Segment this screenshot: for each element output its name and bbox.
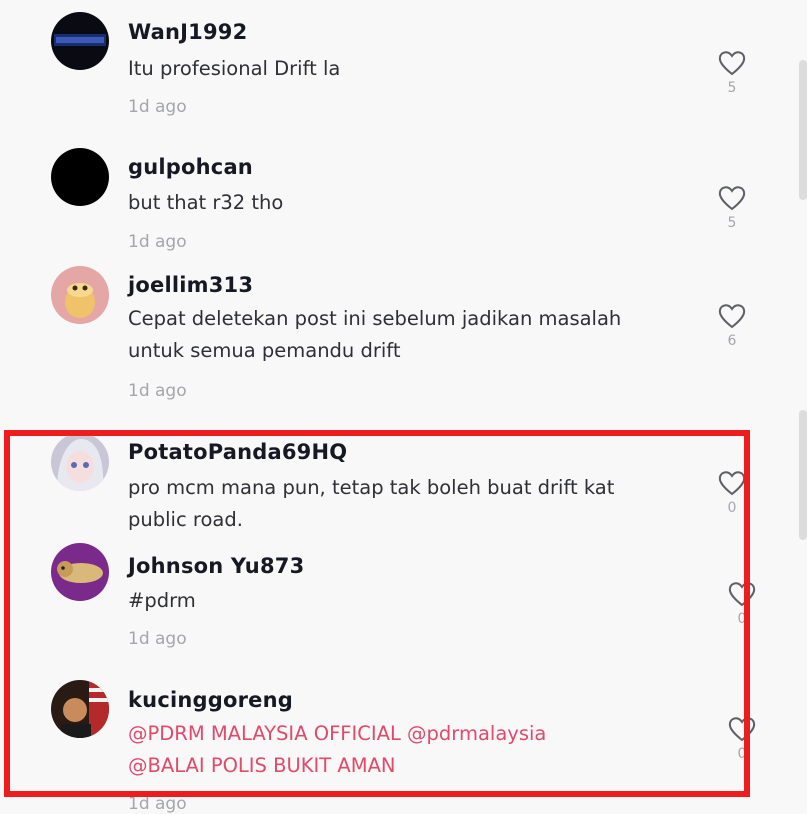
- comment-text: Cepat deletekan post ini sebelum jadikan…: [128, 307, 622, 362]
- highlight-box: [4, 430, 750, 797]
- like-count: 5: [727, 80, 737, 96]
- avatar[interactable]: [51, 266, 109, 324]
- comment-time: 1d ago: [128, 97, 187, 117]
- scrollbar-thumb[interactable]: [799, 410, 807, 540]
- comment-username[interactable]: WanJ1992: [128, 20, 247, 44]
- like-count: 5: [727, 215, 737, 231]
- like-button[interactable]: 6: [717, 303, 747, 349]
- avatar-black-icon: [51, 148, 109, 206]
- comment-time: 1d ago: [128, 794, 187, 814]
- like-count: 6: [727, 333, 737, 349]
- heart-icon: [718, 186, 746, 211]
- avatar[interactable]: [51, 148, 109, 206]
- comment-text: but that r32 tho: [128, 191, 284, 214]
- like-button[interactable]: 5: [717, 185, 747, 231]
- comment-time: 1d ago: [128, 381, 187, 401]
- comment-time: 1d ago: [128, 232, 187, 252]
- comment-username[interactable]: gulpohcan: [128, 155, 253, 179]
- avatar-badge-icon: [51, 12, 109, 70]
- avatar[interactable]: [51, 12, 109, 70]
- heart-icon: [718, 304, 746, 329]
- comment-username[interactable]: joellim313: [128, 273, 253, 297]
- like-button[interactable]: 5: [717, 50, 747, 96]
- avatar-cartoon-icon: [51, 266, 109, 324]
- comment-text: Itu profesional Drift la: [128, 57, 341, 80]
- heart-icon: [718, 51, 746, 76]
- scrollbar-thumb[interactable]: [799, 60, 807, 200]
